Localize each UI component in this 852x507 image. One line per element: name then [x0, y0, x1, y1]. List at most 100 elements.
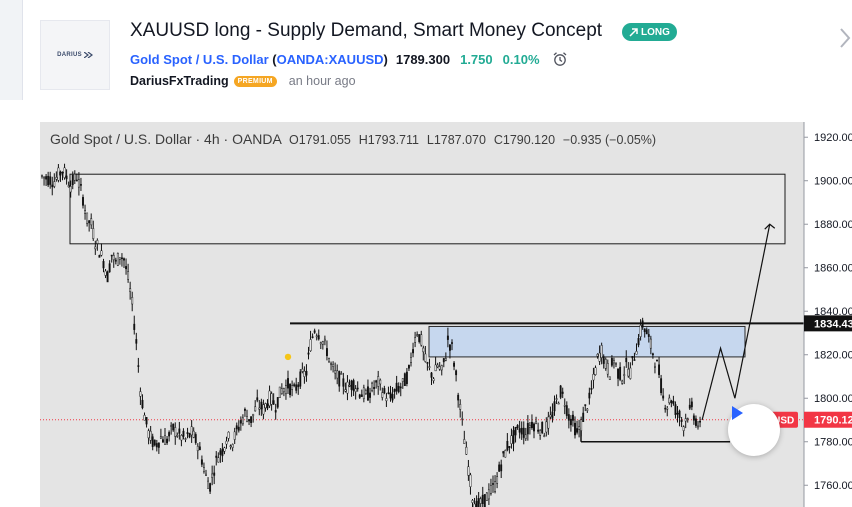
candle-body [215, 455, 218, 458]
candle-body [272, 400, 275, 405]
candle-body [412, 349, 415, 354]
candle-body [303, 370, 306, 377]
candle-body [71, 174, 74, 186]
candle-body [299, 371, 302, 387]
idea-title[interactable]: XAUUSD long - Supply Demand, Smart Money… [130, 20, 602, 42]
candle-body [41, 175, 43, 177]
candle-body [90, 218, 93, 226]
candle-body [572, 414, 574, 421]
alarm-clock-icon[interactable] [552, 51, 568, 67]
candle-body [459, 403, 462, 410]
candle-body [223, 447, 226, 452]
candle-body [237, 426, 240, 431]
candle-body [143, 414, 146, 421]
candle-body [209, 483, 212, 492]
candle-body [594, 367, 597, 375]
candle-body [682, 426, 685, 431]
candle-body [307, 352, 310, 355]
candle-body [176, 435, 179, 437]
candle-body [360, 394, 363, 397]
legend-low: L1787.070 [426, 133, 486, 147]
candle-body [194, 434, 197, 443]
symbol-paren-close: ) [383, 51, 388, 67]
candle-body [168, 432, 171, 437]
candle-body [309, 339, 312, 352]
projection-path [701, 224, 771, 421]
candle-body [510, 435, 513, 445]
candle-body [692, 415, 695, 421]
candle-body [457, 394, 460, 401]
candle-body [627, 368, 630, 377]
candle-body [637, 338, 640, 346]
candle-body [295, 384, 298, 391]
candle-body [313, 330, 316, 333]
candle-body [254, 406, 257, 412]
candle-body [291, 385, 294, 390]
candle-body [604, 359, 607, 369]
candle-body [258, 407, 261, 410]
candle-body [241, 417, 244, 425]
author-logo[interactable]: DARIUS [40, 20, 110, 90]
candle-body [196, 445, 199, 452]
candle-body [430, 372, 433, 378]
supply-zone-box [69, 173, 786, 245]
candle-body [563, 405, 566, 407]
candle-body [395, 382, 398, 392]
author-row: DariusFxTrading PREMIUM an hour ago [130, 74, 356, 88]
candle-body [635, 351, 638, 355]
candle-body [67, 185, 70, 188]
candle-body [602, 356, 605, 364]
candle-body [203, 467, 205, 473]
author-name[interactable]: DariusFxTrading [130, 74, 229, 88]
symbol-name-link[interactable]: Gold Spot / U.S. Dollar [130, 52, 269, 67]
candle-body [508, 446, 511, 448]
logo-mark-icon [83, 52, 93, 58]
candle-body [129, 288, 132, 292]
candle-body [221, 448, 224, 457]
candle-body [522, 427, 525, 438]
candle-body [371, 382, 374, 391]
candle-body [159, 436, 162, 439]
candle-body [256, 397, 259, 401]
candle-body [504, 450, 507, 458]
candle-body [490, 485, 492, 494]
candle-body [514, 426, 517, 436]
candle-body [239, 420, 242, 424]
candle-body [588, 392, 591, 399]
candle-body [610, 358, 613, 366]
candle-body [364, 390, 367, 394]
candle-body [660, 378, 663, 394]
marker-dot [284, 353, 292, 361]
play-button[interactable] [728, 404, 780, 456]
candle-body [338, 371, 341, 387]
candle-body [475, 500, 478, 507]
candle-body [47, 175, 50, 186]
candle-body [262, 404, 265, 415]
chart-area[interactable]: 1920.00 1900.00 1880.00 1860.00 1840.00 1820.… [40, 122, 852, 507]
candle-body [414, 337, 417, 343]
chevron-right-icon[interactable] [838, 26, 852, 50]
candle-body [551, 411, 554, 419]
candle-body [428, 366, 431, 368]
candle-body [264, 403, 267, 409]
candle-body [82, 197, 84, 206]
candle-body [590, 388, 593, 390]
candle-body [151, 436, 154, 447]
candle-body [641, 320, 644, 328]
candle-body [446, 335, 449, 340]
candle-body [270, 393, 273, 405]
arrow-up-right-icon [629, 27, 638, 37]
candle-body [246, 416, 248, 422]
candle-body [346, 381, 349, 394]
candle-body [96, 240, 99, 244]
candle-body [92, 228, 95, 239]
candle-body [647, 334, 650, 337]
candle-body [59, 171, 62, 176]
candle-body [401, 378, 404, 382]
candle-body [86, 212, 89, 224]
candle-body [438, 366, 441, 370]
symbol-code-link[interactable]: OANDA:XAUUSD [277, 52, 384, 67]
candle-body [166, 438, 168, 444]
candle-body [145, 417, 148, 425]
candle-body [98, 255, 101, 258]
